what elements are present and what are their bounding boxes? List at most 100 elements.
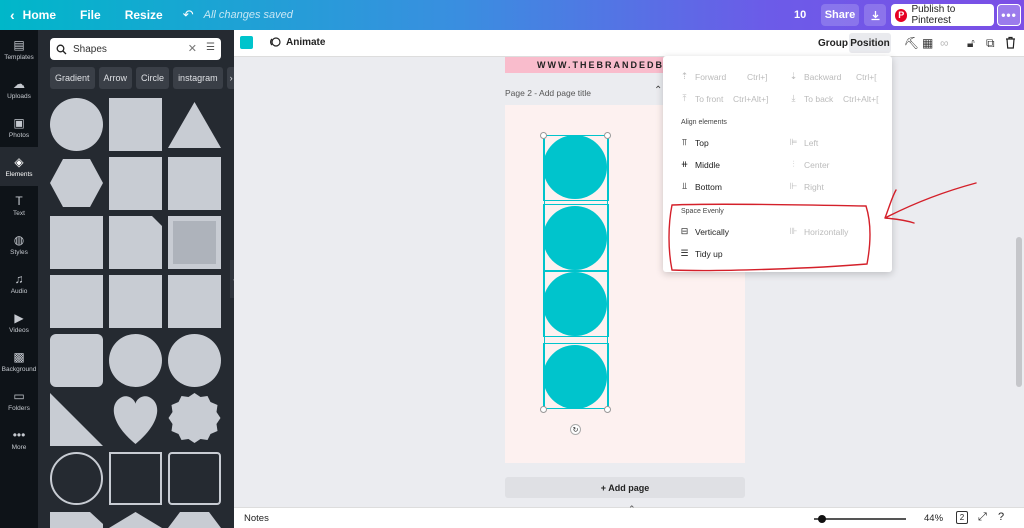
link-icon[interactable]: ∞ [940, 36, 949, 50]
canvas-scrollbar[interactable] [1016, 237, 1022, 387]
shape-circle-2[interactable] [109, 334, 162, 387]
forward-shortcut: Ctrl+] [747, 71, 768, 82]
shape-arrow-partial[interactable] [109, 512, 162, 528]
share-button[interactable]: Share [821, 4, 859, 26]
shape-heart[interactable] [113, 396, 158, 444]
rail-item-background[interactable]: ▩ Background [0, 342, 38, 381]
resize-handle-top-right[interactable] [604, 132, 611, 139]
space-vertically-item[interactable]: ⊟ Vertically [679, 226, 729, 237]
shape-square-2[interactable] [109, 157, 162, 210]
zoom-slider-track[interactable] [814, 518, 906, 520]
shape-square-6[interactable] [109, 275, 162, 328]
clear-icon[interactable]: ✕ [188, 42, 197, 55]
rail-item-audio[interactable]: ♫ Audio [0, 264, 38, 303]
forward-item[interactable]: ⇡ Forward Ctrl+] [679, 71, 768, 82]
shape-circle-3[interactable] [168, 334, 221, 387]
chip-instagram[interactable]: instagram [173, 67, 223, 89]
resize-handle-top-left[interactable] [540, 132, 547, 139]
paint-roller-icon[interactable]: ⛏ [904, 36, 919, 50]
position-button[interactable]: Position [849, 33, 891, 53]
backward-item[interactable]: ⇣ Backward Ctrl+[ [788, 71, 877, 82]
shape-right-triangle[interactable] [50, 393, 103, 446]
chip-circle[interactable]: Circle [136, 67, 170, 89]
chevron-up-icon[interactable]: ⌃ [628, 504, 636, 515]
shape-rounded-square[interactable] [50, 334, 103, 387]
zoom-value[interactable]: 44% [924, 513, 943, 524]
space-horizontally-item[interactable]: ⊪ Horizontally [788, 226, 849, 237]
resize-handle-bottom-right[interactable] [604, 406, 611, 413]
to-back-item[interactable]: ⤓ To back Ctrl+Alt+[ [788, 93, 879, 104]
help-icon[interactable]: ? [998, 511, 1004, 523]
animate-button[interactable]: Animate [269, 36, 325, 48]
publish-label: Publish to Pinterest [911, 4, 956, 26]
shape-rounded-outline[interactable] [168, 452, 221, 505]
download-button[interactable] [864, 4, 886, 26]
shape-square-4[interactable] [50, 216, 103, 269]
rail-item-elements[interactable]: ◈ Elements [0, 147, 38, 186]
fullscreen-icon[interactable]: ⤢ [978, 511, 987, 524]
undo-icon[interactable]: ↶ [183, 7, 194, 23]
chevron-right-icon[interactable]: › [226, 67, 234, 89]
rail-item-text[interactable]: T Text [0, 186, 38, 225]
to-front-item[interactable]: ⤒ To front Ctrl+Alt+] [679, 93, 769, 104]
rail-item-photos[interactable]: ▣ Photos [0, 108, 38, 147]
rail-item-more[interactable]: ••• More [0, 420, 38, 459]
resize-button[interactable]: Resize [125, 8, 163, 22]
filter-icon[interactable]: ☰ [206, 42, 215, 53]
rail-item-templates[interactable]: ▤ Templates [0, 30, 38, 69]
search-input[interactable]: Shapes ✕ ☰ [50, 38, 221, 60]
forward-label: Forward [695, 71, 727, 82]
group-button[interactable]: Group [818, 38, 848, 49]
zoom-slider-thumb[interactable] [818, 515, 826, 523]
shape-square-3[interactable] [168, 157, 221, 210]
more-options-button[interactable]: ••• [997, 4, 1021, 26]
shape-hexagon[interactable] [50, 159, 103, 207]
rail-item-uploads[interactable]: ☁ Uploads [0, 69, 38, 108]
element-outline-4 [543, 343, 609, 409]
page-count-button[interactable]: 2 [956, 511, 968, 524]
align-bottom-item[interactable]: ⫫ Bottom [679, 181, 722, 192]
rail-item-styles[interactable]: ◍ Styles [0, 225, 38, 264]
side-rail: ▤ Templates ☁ Uploads ▣ Photos ◈ Elements T Text ◍… [0, 30, 38, 528]
chevron-up-icon[interactable]: ⌃ [654, 85, 662, 96]
align-left-item[interactable]: ⊫ Left [788, 137, 819, 148]
rail-item-videos[interactable]: ▶ Videos [0, 303, 38, 342]
shape-pentagon-partial[interactable] [50, 512, 103, 528]
shape-square-7[interactable] [168, 275, 221, 328]
add-page-button[interactable]: + Add page [505, 477, 745, 498]
shape-folded-square[interactable] [109, 216, 162, 269]
chevron-left-icon[interactable]: ‹ [10, 7, 15, 23]
shape-square[interactable] [109, 98, 162, 151]
shape-triangle[interactable] [168, 102, 221, 148]
home-button[interactable]: Home [23, 8, 56, 22]
rotate-handle-icon[interactable]: ↻ [570, 424, 581, 435]
color-swatch[interactable] [240, 36, 253, 49]
align-top-item[interactable]: ⫪ Top [679, 137, 709, 148]
shape-square-outline[interactable] [109, 452, 162, 505]
lock-icon[interactable]: 🔓︎ [967, 36, 975, 51]
shape-circle[interactable] [50, 98, 103, 151]
trash-icon[interactable] [1005, 36, 1016, 49]
shape-square-5[interactable] [50, 275, 103, 328]
align-center-item[interactable]: ⫶ Center [788, 159, 829, 170]
duplicate-icon[interactable]: ⧉ [986, 36, 995, 51]
transparency-icon[interactable]: ▦ [922, 36, 933, 50]
shape-circle-outline[interactable] [50, 452, 103, 505]
backward-label: Backward [804, 71, 842, 82]
rail-item-label: Background [1, 365, 37, 373]
shape-chevron-partial[interactable] [168, 512, 221, 528]
align-middle-item[interactable]: ⧺ Middle [679, 159, 720, 170]
tidy-up-item[interactable]: ☰ Tidy up [679, 248, 722, 259]
to-front-shortcut: Ctrl+Alt+] [733, 93, 769, 104]
chip-arrow[interactable]: Arrow [98, 67, 133, 89]
align-right-item[interactable]: ⊩ Right [788, 181, 824, 192]
file-menu[interactable]: File [80, 8, 101, 22]
shape-framed-square-inner [173, 221, 216, 264]
page-title[interactable]: Page 2 - Add page title [505, 88, 591, 98]
rail-item-folders[interactable]: ▭ Folders [0, 381, 38, 420]
chip-gradient[interactable]: Gradient [50, 67, 95, 89]
shape-scalloped-circle[interactable] [168, 393, 221, 443]
notes-button[interactable]: Notes [244, 513, 269, 524]
publish-pinterest-button[interactable]: P Publish to Pinterest [891, 4, 994, 26]
resize-handle-bottom-left[interactable] [540, 406, 547, 413]
